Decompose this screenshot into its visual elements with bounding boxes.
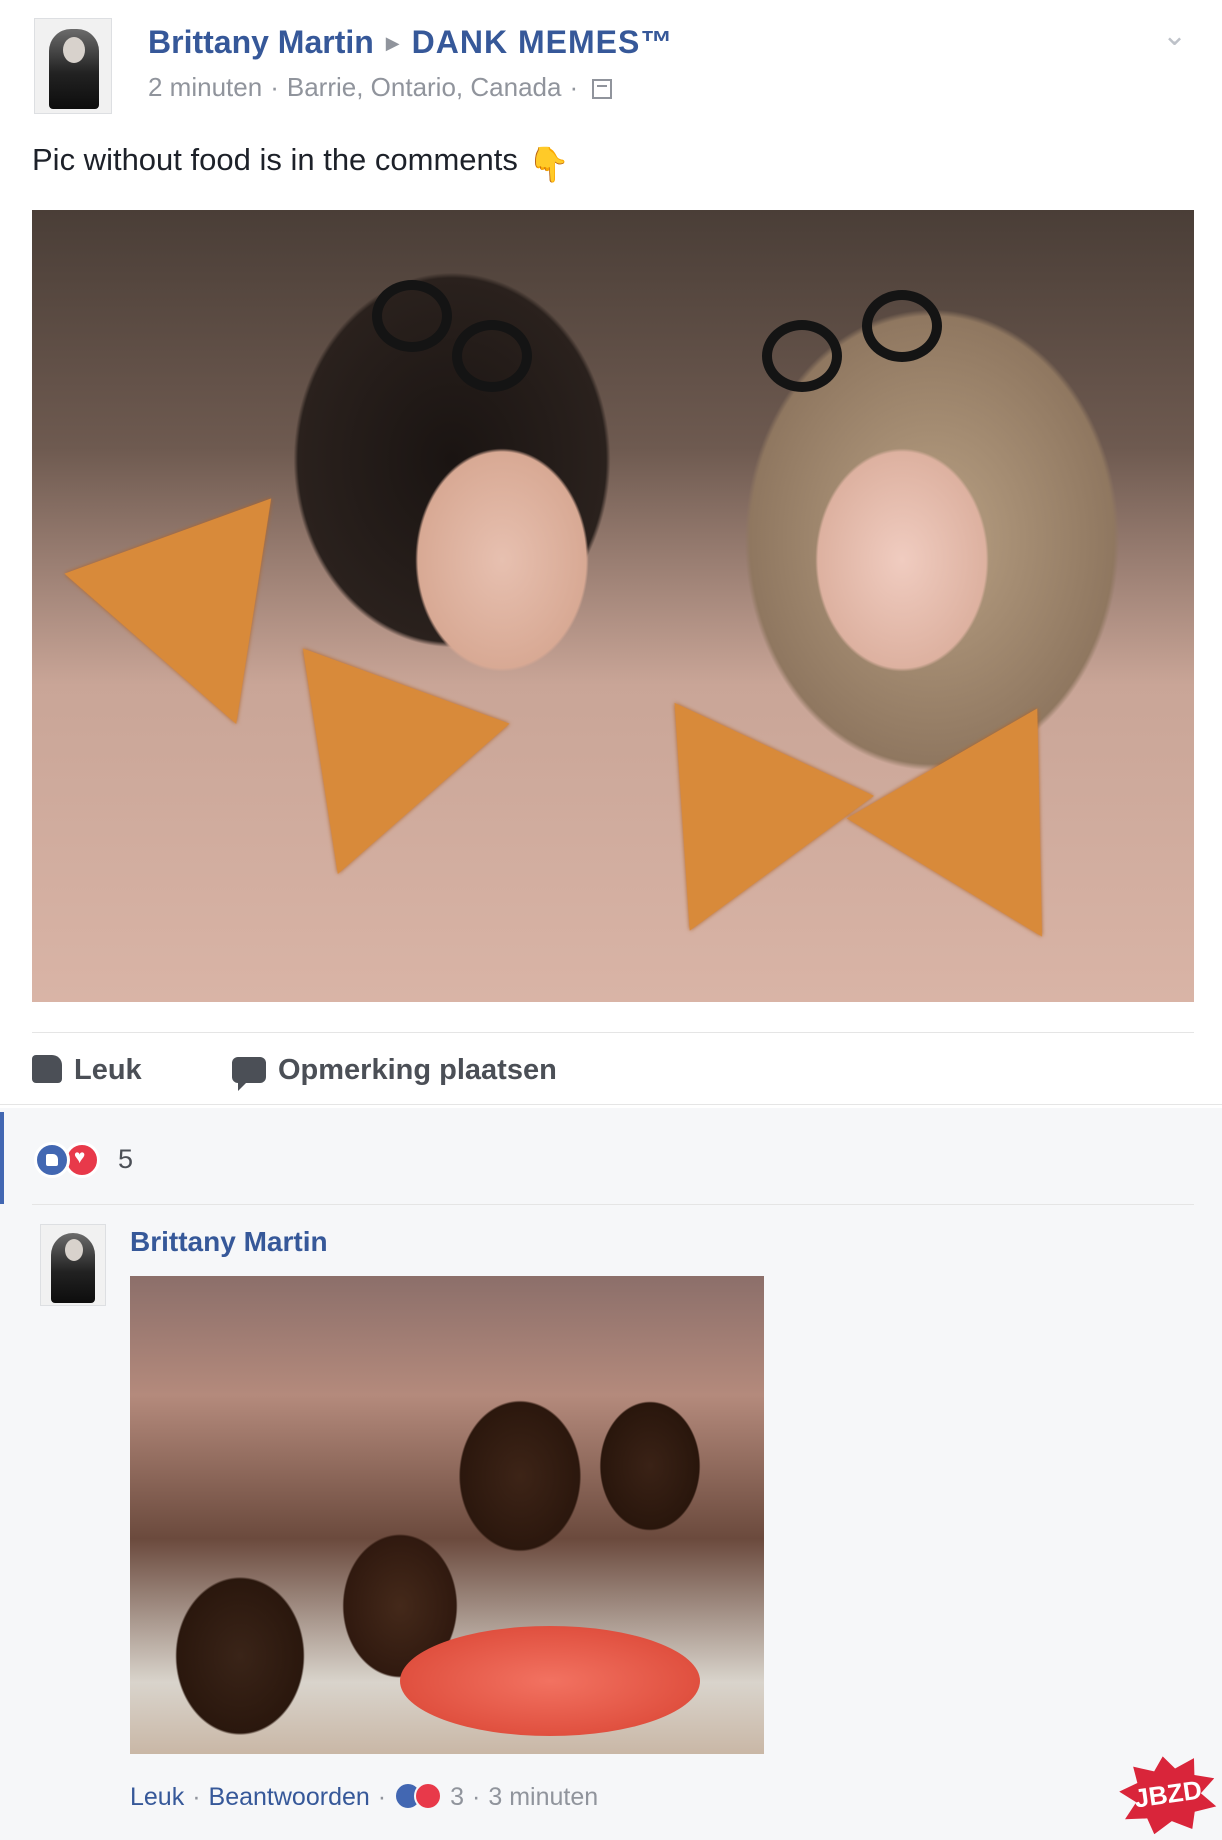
thumbs-up-icon — [32, 1055, 62, 1083]
calendar-icon[interactable] — [592, 79, 613, 99]
post-time-link[interactable]: 2 minuten — [148, 72, 262, 102]
divider — [32, 1032, 1194, 1033]
comments-accent-bar — [0, 1112, 4, 1204]
meta-separator: · — [192, 1783, 201, 1811]
glasses-right-lens — [762, 320, 842, 392]
red-plate — [400, 1626, 700, 1736]
author-avatar[interactable] — [34, 18, 112, 114]
post-photo[interactable] — [32, 210, 1194, 1002]
comment-label: Opmerking plaatsen — [278, 1054, 557, 1086]
comment-meta: Leuk · Beantwoorden · 3 · 3 minuten — [130, 1782, 598, 1812]
love-reaction-icon[interactable] — [414, 1782, 443, 1810]
pizza-slice — [846, 708, 1138, 992]
divider — [32, 1204, 1194, 1205]
like-label: Leuk — [74, 1054, 142, 1086]
glasses-right-lens-2 — [862, 290, 942, 362]
comment-like-link[interactable]: Leuk — [130, 1783, 184, 1811]
pizza-slice — [590, 702, 874, 978]
comment-photo[interactable] — [130, 1276, 764, 1754]
point-down-emoji-icon: 👇 — [527, 146, 571, 184]
post-meta: 2 minuten · Barrie, Ontario, Canada · — [148, 72, 613, 103]
meta-separator: · — [270, 72, 279, 102]
post-location-link[interactable]: Barrie, Ontario, Canada — [287, 72, 562, 102]
comment-time[interactable]: 3 minuten — [488, 1783, 598, 1811]
avatar-face — [65, 1239, 83, 1261]
reaction-count[interactable]: 5 — [118, 1144, 133, 1175]
meta-separator: · — [472, 1783, 481, 1811]
comment-button[interactable]: Opmerking plaatsen — [232, 1054, 557, 1091]
like-reaction-icon[interactable] — [34, 1142, 70, 1178]
meta-separator: · — [569, 72, 579, 102]
meta-separator: · — [377, 1783, 387, 1811]
chevron-down-icon[interactable]: ⌄ — [1162, 18, 1187, 53]
post-text-content: Pic without food is in the comments — [32, 142, 518, 177]
comment-reaction-count[interactable]: 3 — [450, 1783, 464, 1811]
avatar-face — [63, 37, 85, 63]
comment-author-avatar[interactable] — [40, 1224, 106, 1306]
like-button[interactable]: Leuk — [32, 1054, 142, 1087]
post-text: Pic without food is in the comments 👇 — [32, 142, 570, 185]
comment-reply-link[interactable]: Beantwoorden — [209, 1783, 370, 1811]
group-name-link[interactable]: DANK MEMES™ — [412, 24, 674, 60]
author-name-link[interactable]: Brittany Martin — [148, 24, 374, 60]
facebook-post: Brittany Martin ▶ DANK MEMES™ 2 minuten · Ba… — [0, 0, 1222, 1840]
glasses-left-lens-2 — [452, 320, 532, 392]
post-header: Brittany Martin ▶ DANK MEMES™ — [148, 24, 673, 61]
arrow-right-icon: ▶ — [385, 33, 400, 53]
divider — [0, 1104, 1222, 1105]
glasses-left-lens — [372, 280, 452, 352]
comment-bubble-icon — [232, 1057, 266, 1091]
comment-author-link[interactable]: Brittany Martin — [130, 1226, 328, 1258]
